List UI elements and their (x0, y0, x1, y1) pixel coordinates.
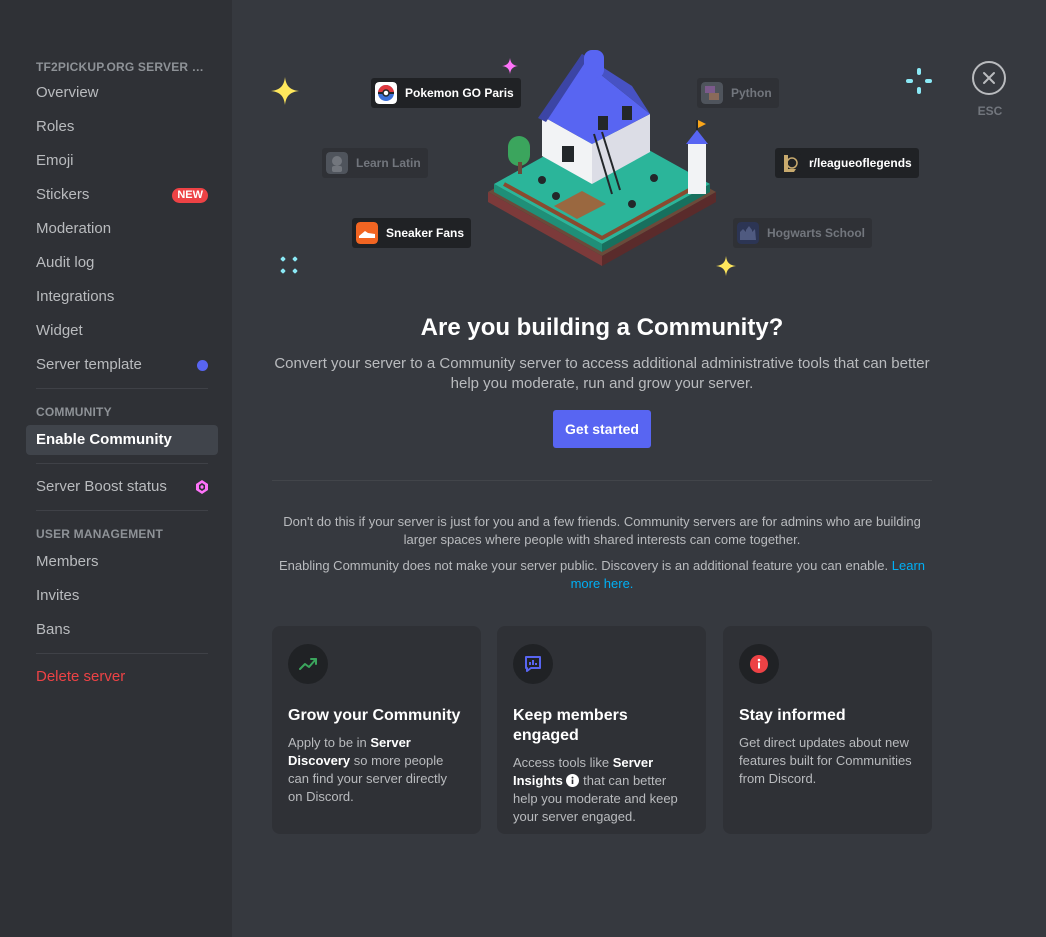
server-chip-pokemon: Pokemon GO Paris (371, 78, 521, 108)
page-title: Are you building a Community? (420, 314, 784, 341)
boost-gem-icon (196, 480, 208, 494)
castle-icon (737, 222, 759, 244)
card-icon-badge (288, 644, 328, 684)
sidebar-item-label: Server template (36, 356, 142, 373)
server-section-title: TF2PICKUP.ORG SERVER TE... (36, 60, 218, 74)
sparkle-dots-icon (280, 256, 298, 274)
feature-card-grow: Grow your Community Apply to be in Serve… (272, 626, 481, 834)
card-body: Get direct updates about new features bu… (739, 735, 912, 786)
sidebar-item-boost-status[interactable]: Server Boost status (26, 472, 218, 502)
sparkle-icon (271, 77, 299, 105)
sidebar-item-stickers[interactable]: Stickers NEW (26, 180, 218, 210)
card-title: Keep members engaged (513, 707, 628, 744)
discovery-note-text: Enabling Community does not make your se… (278, 558, 889, 573)
sidebar-item-audit-log[interactable]: Audit log (26, 248, 218, 278)
sidebar-item-invites[interactable]: Invites (26, 581, 218, 611)
sidebar-item-enable-community[interactable]: Enable Community (26, 425, 218, 455)
server-chip-latin: Learn Latin (322, 148, 428, 178)
content-divider (272, 480, 932, 481)
sidebar-inner: TF2PICKUP.ORG SERVER TE... Overview Role… (26, 58, 218, 696)
chip-label: Python (731, 86, 772, 100)
card-body: Apply to be in Server Discovery so more … (288, 734, 465, 806)
server-chip-hogwarts: Hogwarts School (733, 218, 873, 248)
chip-label: Hogwarts School (767, 226, 866, 240)
settings-sidebar: TF2PICKUP.ORG SERVER TE... Overview Role… (0, 0, 232, 937)
sneaker-icon (356, 222, 378, 244)
card-body-text: Access tools like (513, 755, 613, 770)
unread-dot (197, 360, 208, 371)
chip-label: Pokemon GO Paris (405, 86, 514, 100)
sidebar-item-delete-server[interactable]: Delete server (26, 662, 218, 692)
close-button[interactable] (972, 61, 1006, 95)
card-title: Grow your Community (288, 707, 461, 724)
sidebar-item-members[interactable]: Members (26, 547, 218, 577)
sidebar-item-overview[interactable]: Overview (26, 78, 218, 108)
chip-label: Learn Latin (356, 156, 421, 170)
feature-card-stay: Stay informed Get direct updates about n… (723, 626, 932, 834)
feature-card-keep: Keep members engaged Access tools like S… (497, 626, 706, 834)
page-subtitle: Convert your server to a Community serve… (274, 355, 930, 392)
trending-up-icon (299, 658, 317, 670)
sidebar-item-moderation[interactable]: Moderation (26, 214, 218, 244)
sidebar-item-emoji[interactable]: Emoji (26, 146, 218, 176)
server-chip-python: Python (697, 78, 779, 108)
python-icon (701, 82, 723, 104)
sidebar-item-roles[interactable]: Roles (26, 112, 218, 142)
new-badge: NEW (172, 188, 208, 203)
sparkle-dots-icon (906, 68, 932, 94)
community-warning-note: Don't do this if your server is just for… (283, 514, 921, 547)
sidebar-item-label: Server Boost status (36, 478, 167, 495)
sidebar-divider (36, 510, 208, 511)
league-logo-icon (779, 152, 801, 174)
user-management-section-title: USER MANAGEMENT (36, 527, 164, 541)
server-chip-sneaker: Sneaker Fans (352, 218, 472, 248)
discovery-note: Enabling Community does not make your se… (272, 557, 932, 593)
sidebar-item-widget[interactable]: Widget (26, 316, 218, 346)
insights-chat-icon (525, 656, 541, 672)
sidebar-divider (36, 653, 208, 654)
sidebar-item-bans[interactable]: Bans (26, 615, 218, 645)
server-chip-league: r/leagueoflegends (775, 148, 919, 178)
sidebar-item-label: Stickers (36, 186, 90, 203)
community-section-title: COMMUNITY (36, 405, 112, 419)
info-icon[interactable] (566, 774, 580, 787)
sidebar-divider (36, 388, 208, 389)
info-icon (750, 655, 768, 673)
card-icon-badge (513, 644, 553, 684)
chip-label: r/leagueoflegends (809, 156, 912, 170)
sidebar-item-integrations[interactable]: Integrations (26, 282, 218, 312)
sidebar-item-server-template[interactable]: Server template (26, 350, 218, 380)
card-title: Stay informed (739, 707, 846, 724)
card-body: Access tools like Server Insights that c… (513, 754, 690, 826)
get-started-button[interactable]: Get started (553, 410, 651, 448)
esc-label: ESC (977, 104, 1003, 118)
statue-icon (326, 152, 348, 174)
card-icon-badge (739, 644, 779, 684)
chip-label: Sneaker Fans (386, 226, 465, 240)
close-icon (983, 72, 995, 84)
pokeball-icon (375, 82, 397, 104)
sidebar-divider (36, 463, 208, 464)
card-body-text: Apply to be in (288, 735, 371, 750)
